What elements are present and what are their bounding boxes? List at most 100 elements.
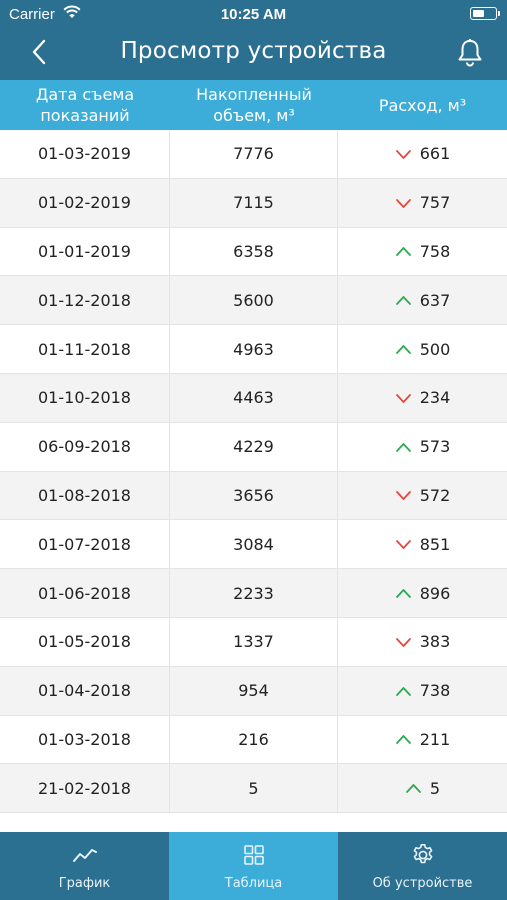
cell-volume: 3656	[170, 471, 338, 520]
cell-volume: 7776	[170, 130, 338, 178]
cell-consumption: 738	[338, 667, 507, 715]
arrow-down-icon	[395, 392, 412, 404]
arrow-down-icon	[395, 197, 412, 209]
table-row: 01-04-2018 954 738	[0, 666, 507, 716]
cell-date: 01-01-2019	[0, 227, 170, 276]
cell-volume: 7115	[170, 178, 338, 227]
cell-consumption: 896	[338, 569, 507, 617]
cell-date: 01-10-2018	[0, 373, 170, 422]
clock-label: 10:25 AM	[220, 6, 287, 23]
arrow-up-icon	[405, 782, 422, 794]
cell-date: 01-05-2018	[0, 617, 170, 666]
cell-volume: 1337	[170, 617, 338, 666]
consumption-value: 851	[419, 534, 451, 554]
readings-table[interactable]: 01-03-2019 7776 661 01-02-2019 7115 757 01-01-…	[0, 130, 507, 832]
table-row: 01-03-2018 216 211	[0, 715, 507, 765]
consumption-value: 500	[419, 339, 451, 359]
column-header-volume[interactable]: Накопленный объем, м³	[170, 80, 338, 130]
notifications-button[interactable]	[455, 37, 485, 69]
bell-icon	[458, 39, 482, 67]
cell-consumption: 661	[338, 130, 507, 178]
cell-consumption: 637	[338, 276, 507, 324]
table-row: 01-06-2018 2233 896	[0, 569, 507, 618]
cell-date: 01-11-2018	[0, 325, 170, 373]
table-row: 01-08-2018 3656 572	[0, 471, 507, 521]
table-row: 06-09-2018 4229 573	[0, 422, 507, 472]
tab-label: Таблица	[224, 876, 283, 891]
cell-consumption: 572	[338, 472, 507, 520]
cell-volume: 4963	[170, 325, 338, 373]
cell-volume: 3084	[170, 520, 338, 569]
arrow-down-icon	[395, 489, 412, 501]
consumption-value: 573	[419, 437, 451, 457]
table-row: 21-02-2018 5 5	[0, 764, 507, 814]
status-bar: Carrier 10:25 AM	[0, 0, 507, 30]
tab-label: Об устройстве	[372, 876, 473, 891]
cell-volume: 216	[170, 715, 338, 764]
cell-consumption: 234	[338, 374, 507, 422]
tab-chart[interactable]: График	[0, 832, 169, 900]
battery-icon	[470, 7, 500, 20]
consumption-value: 661	[419, 144, 451, 164]
cell-date: 01-04-2018	[0, 666, 170, 715]
cell-volume: 4463	[170, 373, 338, 422]
cell-consumption: 758	[338, 228, 507, 276]
tab-device-info[interactable]: Об устройстве	[338, 832, 507, 900]
consumption-value: 758	[419, 241, 451, 261]
arrow-down-icon	[395, 636, 412, 648]
cell-volume: 2233	[170, 569, 338, 617]
cell-volume: 4229	[170, 422, 338, 471]
column-header-label: Накопленный объем, м³	[196, 85, 312, 125]
arrow-up-icon	[395, 685, 412, 697]
arrow-up-icon	[395, 733, 412, 745]
grid-icon	[243, 845, 264, 865]
column-header-label: Дата съема показаний	[35, 85, 135, 125]
cell-date: 01-02-2019	[0, 178, 170, 227]
arrow-down-icon	[395, 538, 412, 550]
cell-consumption: 211	[338, 716, 507, 764]
table-row: 01-10-2018 4463 234	[0, 373, 507, 423]
table-row: 01-11-2018 4963 500	[0, 325, 507, 374]
consumption-value: 738	[419, 681, 451, 701]
table-row: 01-12-2018 5600 637	[0, 276, 507, 326]
cell-date: 01-08-2018	[0, 471, 170, 520]
cell-consumption: 851	[338, 520, 507, 568]
table-row: 01-07-2018 3084 851	[0, 520, 507, 570]
arrow-up-icon	[395, 587, 412, 599]
cell-date: 01-06-2018	[0, 569, 170, 617]
cell-consumption: 573	[338, 423, 507, 471]
cell-consumption: 383	[338, 618, 507, 666]
header-bar: Carrier 10:25 AM Просмотр устройства	[0, 0, 507, 80]
consumption-value: 637	[419, 290, 451, 310]
table-row: 01-01-2019 6358 758	[0, 227, 507, 277]
tab-label: График	[58, 876, 111, 891]
consumption-value: 5	[429, 778, 441, 798]
cell-date: 01-03-2019	[0, 130, 170, 178]
consumption-value: 234	[419, 388, 451, 408]
consumption-value: 211	[419, 729, 451, 749]
consumption-value: 572	[419, 485, 451, 505]
column-header-label: Расход, м³	[378, 95, 467, 115]
cell-volume: 5	[170, 764, 338, 813]
table-header: Дата съема показаний Накопленный объем, м³…	[0, 80, 507, 130]
cell-consumption: 5	[338, 764, 507, 812]
column-header-consumption[interactable]: Расход, м³	[338, 80, 507, 130]
cell-consumption: 757	[338, 179, 507, 227]
cell-date: 01-07-2018	[0, 520, 170, 569]
consumption-value: 757	[419, 193, 451, 213]
column-header-date[interactable]: Дата съема показаний	[0, 80, 170, 130]
cell-volume: 6358	[170, 227, 338, 276]
cell-date: 01-03-2018	[0, 715, 170, 764]
cell-volume: 954	[170, 666, 338, 715]
arrow-up-icon	[395, 343, 412, 355]
tab-bar: График Таблица Об устройстве	[0, 832, 507, 900]
cell-date: 06-09-2018	[0, 422, 170, 471]
arrow-up-icon	[395, 245, 412, 257]
cell-date: 01-12-2018	[0, 276, 170, 325]
table-row: 01-03-2019 7776 661	[0, 130, 507, 179]
chart-line-icon	[72, 849, 97, 862]
tab-table[interactable]: Таблица	[169, 832, 338, 900]
cell-consumption: 500	[338, 325, 507, 373]
table-row: 01-02-2019 7115 757	[0, 178, 507, 228]
consumption-value: 896	[419, 583, 451, 603]
